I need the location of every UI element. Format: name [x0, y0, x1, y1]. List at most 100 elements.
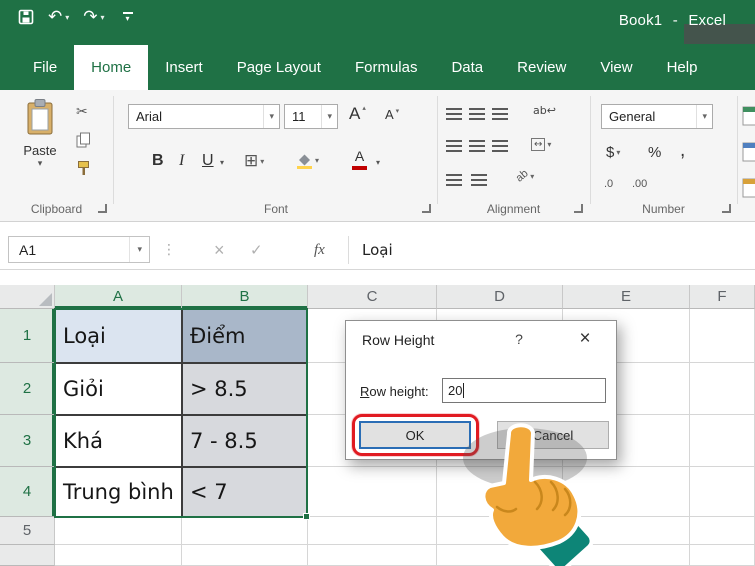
dialog-close-button[interactable]: ×: [572, 328, 598, 350]
cell-A1[interactable]: Loại: [55, 309, 182, 363]
decrease-decimal-button[interactable]: .00: [632, 178, 647, 190]
align-right-button[interactable]: [492, 140, 508, 152]
tab-review[interactable]: Review: [500, 45, 583, 90]
font-color-button[interactable]: A: [352, 149, 367, 170]
tab-file[interactable]: File: [16, 45, 74, 90]
fill-handle[interactable]: [303, 513, 310, 520]
cell-styles-icon[interactable]: [742, 178, 755, 198]
merge-center-button[interactable]: ↔ ▾: [531, 138, 551, 151]
orientation-button[interactable]: ab ▾: [514, 167, 535, 184]
font-color-dropdown[interactable]: ▾: [376, 158, 380, 167]
row-header-2[interactable]: 2: [0, 363, 55, 415]
grow-font-button[interactable]: A ▴: [349, 104, 366, 124]
chevron-down-icon[interactable]: ▾: [129, 237, 149, 262]
align-left-button[interactable]: [446, 140, 462, 152]
cell-A4[interactable]: Trung bình: [55, 467, 182, 517]
chevron-down-icon[interactable]: ▾: [101, 13, 105, 22]
number-dialog-launcher-icon[interactable]: [722, 204, 731, 213]
cell[interactable]: [690, 309, 755, 363]
name-box[interactable]: A1 ▾: [8, 236, 150, 263]
column-header-D[interactable]: D: [437, 285, 563, 309]
align-top-button[interactable]: [446, 108, 462, 120]
customize-qat-button[interactable]: ▾: [122, 12, 133, 23]
accounting-format-button[interactable]: $ ▾: [606, 144, 620, 161]
paste-button[interactable]: Paste ▾: [13, 98, 67, 198]
cell-B1[interactable]: Điểm: [182, 309, 308, 363]
underline-button[interactable]: U: [202, 152, 214, 170]
wrap-text-button[interactable]: ab↩: [533, 104, 556, 117]
cell[interactable]: [690, 545, 755, 566]
format-painter-button[interactable]: [76, 160, 91, 177]
cell[interactable]: [308, 545, 437, 566]
alignment-dialog-launcher-icon[interactable]: [574, 204, 583, 213]
chevron-down-icon[interactable]: ▾: [13, 158, 67, 169]
tab-insert[interactable]: Insert: [148, 45, 220, 90]
row-header-5[interactable]: 5: [0, 517, 55, 545]
increase-indent-button[interactable]: [471, 174, 487, 186]
chevron-down-icon[interactable]: ▾: [315, 156, 319, 165]
shrink-font-button[interactable]: A ▾: [385, 107, 399, 122]
formula-bar-splitter[interactable]: ⋮: [162, 230, 176, 270]
clipboard-dialog-launcher-icon[interactable]: [98, 204, 107, 213]
font-dialog-launcher-icon[interactable]: [422, 204, 431, 213]
chevron-down-icon[interactable]: ▾: [696, 105, 712, 128]
column-header-E[interactable]: E: [563, 285, 690, 309]
row-header-3[interactable]: 3: [0, 415, 55, 467]
tab-home[interactable]: Home: [74, 45, 149, 90]
format-as-table-icon[interactable]: [742, 142, 755, 162]
redo-button[interactable]: ↷ ▾: [83, 7, 104, 27]
cell[interactable]: [55, 517, 182, 545]
dialog-help-button[interactable]: ?: [509, 331, 529, 347]
tab-page-layout[interactable]: Page Layout: [220, 45, 338, 90]
align-center-button[interactable]: [469, 140, 485, 152]
cut-button[interactable]: ✂: [76, 104, 88, 120]
cell[interactable]: [308, 517, 437, 545]
align-middle-button[interactable]: [469, 108, 485, 120]
enter-entry-button[interactable]: ✓: [250, 230, 263, 270]
column-header-F[interactable]: F: [690, 285, 755, 309]
underline-dropdown[interactable]: ▾: [220, 158, 224, 167]
fill-color-button[interactable]: ▾: [296, 152, 319, 169]
tab-help[interactable]: Help: [650, 45, 715, 90]
borders-button[interactable]: ⊞ ▾: [244, 151, 264, 171]
cell[interactable]: [182, 517, 308, 545]
increase-decimal-button[interactable]: .0: [604, 178, 613, 190]
tab-view[interactable]: View: [583, 45, 649, 90]
cancel-entry-button[interactable]: ×: [214, 230, 225, 270]
chevron-down-icon[interactable]: ▾: [616, 148, 620, 157]
bold-button[interactable]: B: [152, 152, 164, 170]
tab-data[interactable]: Data: [434, 45, 500, 90]
row-height-input[interactable]: 20: [442, 378, 606, 403]
font-size-combobox[interactable]: 11 ▾: [284, 104, 338, 129]
formula-bar-input[interactable]: Loại: [362, 230, 393, 270]
select-all-corner[interactable]: [0, 285, 55, 309]
cell[interactable]: [690, 415, 755, 467]
cell-B3[interactable]: 7 - 8.5: [182, 415, 308, 467]
font-name-combobox[interactable]: Arial ▾: [128, 104, 280, 129]
row-header-6[interactable]: [0, 545, 55, 566]
italic-button[interactable]: I: [179, 152, 184, 170]
copy-button[interactable]: [76, 132, 91, 148]
cell-B4[interactable]: < 7: [182, 467, 308, 517]
cell[interactable]: [690, 363, 755, 415]
column-header-C[interactable]: C: [308, 285, 437, 309]
chevron-down-icon[interactable]: ▾: [321, 105, 337, 128]
cell[interactable]: [690, 517, 755, 545]
chevron-down-icon[interactable]: ▾: [547, 140, 551, 149]
save-icon[interactable]: [18, 9, 34, 25]
cell[interactable]: [55, 545, 182, 566]
row-header-1[interactable]: 1: [0, 309, 55, 363]
chevron-down-icon[interactable]: ▾: [65, 13, 69, 22]
conditional-formatting-icon[interactable]: [742, 106, 755, 126]
cell[interactable]: [182, 545, 308, 566]
cell-B2[interactable]: > 8.5: [182, 363, 308, 415]
row-header-4[interactable]: 4: [0, 467, 55, 517]
tab-formulas[interactable]: Formulas: [338, 45, 435, 90]
cell-A3[interactable]: Khá: [55, 415, 182, 467]
cell[interactable]: [690, 467, 755, 517]
insert-function-button[interactable]: fx: [314, 230, 325, 270]
chevron-down-icon[interactable]: ▾: [263, 105, 279, 128]
column-header-A[interactable]: A: [55, 285, 182, 309]
comma-style-button[interactable]: ,: [680, 140, 685, 162]
number-format-combobox[interactable]: General ▾: [601, 104, 713, 129]
